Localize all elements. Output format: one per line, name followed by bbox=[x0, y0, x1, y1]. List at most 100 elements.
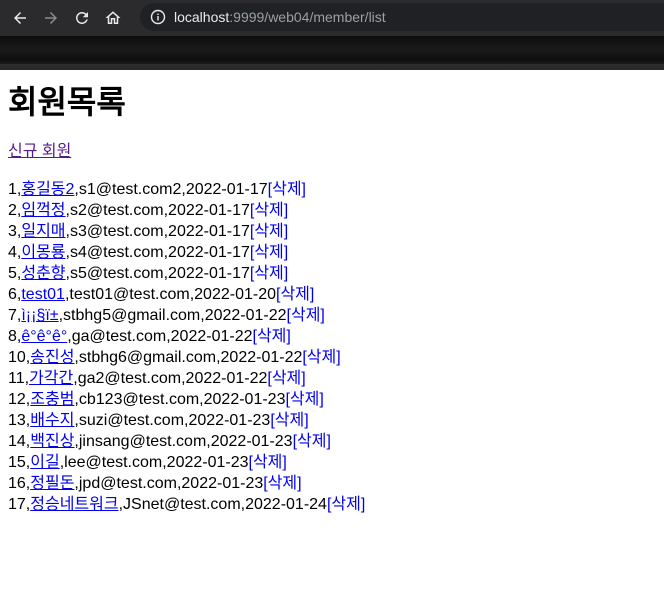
member-date: 2022-01-23 bbox=[166, 454, 249, 471]
member-email: s3@test.com bbox=[69, 223, 164, 240]
arrow-right-icon bbox=[45, 12, 57, 24]
delete-member-link[interactable]: [삭제] bbox=[250, 265, 288, 282]
browser-toolbar: localhost:9999/web04/member/list bbox=[0, 0, 664, 36]
member-row: 12,조충범,cb123@test.com,2022-01-23[삭제] bbox=[8, 391, 324, 408]
member-email: ga@test.com bbox=[71, 328, 167, 345]
member-name-link[interactable]: 임꺽정 bbox=[21, 202, 65, 219]
member-row: 7,ì¡¡§ï±,stbhg5@gmail.com,2022-01-22[삭제] bbox=[8, 307, 325, 324]
member-name-link[interactable]: 송진성 bbox=[30, 349, 74, 366]
member-email: test01@test.com bbox=[69, 286, 190, 303]
member-no: 13 bbox=[8, 412, 26, 429]
delete-member-link[interactable]: [삭제] bbox=[293, 433, 331, 450]
reload-button[interactable] bbox=[68, 4, 96, 32]
delete-member-link[interactable]: [삭제] bbox=[263, 475, 301, 492]
member-row: 10,송진성,stbhg6@gmail.com,2022-01-22[삭제] bbox=[8, 349, 341, 366]
member-no: 10 bbox=[8, 349, 26, 366]
member-email: lee@test.com bbox=[64, 454, 163, 471]
member-email: s1@test.com2 bbox=[78, 181, 182, 198]
delete-member-link[interactable]: [삭제] bbox=[249, 454, 287, 471]
info-icon[interactable] bbox=[150, 9, 166, 25]
member-date: 2022-01-23 bbox=[181, 475, 264, 492]
delete-member-link[interactable]: [삭제] bbox=[287, 307, 325, 324]
member-row: 5,성춘향,s5@test.com,2022-01-17[삭제] bbox=[8, 265, 289, 282]
member-row: 14,백진상,jinsang@test.com,2022-01-23[삭제] bbox=[8, 433, 331, 450]
new-member-link[interactable]: 신규 회원 bbox=[8, 141, 71, 163]
member-no: 6 bbox=[8, 286, 17, 303]
home-icon bbox=[105, 11, 121, 24]
member-email: s5@test.com bbox=[69, 265, 164, 282]
member-date: 2022-01-24 bbox=[245, 496, 327, 513]
delete-member-link[interactable]: [삭제] bbox=[250, 244, 288, 261]
member-name-link[interactable]: 가각간 bbox=[29, 370, 73, 387]
member-no: 12 bbox=[8, 391, 26, 408]
member-row: 2,임꺽정,s2@test.com,2022-01-17[삭제] bbox=[8, 202, 289, 219]
delete-member-link[interactable]: [삭제] bbox=[302, 349, 340, 366]
member-name-link[interactable]: 조충범 bbox=[30, 391, 74, 408]
url-path: :9999/web04/member/list bbox=[229, 9, 386, 25]
back-button[interactable] bbox=[6, 4, 34, 32]
member-date: 2022-01-23 bbox=[210, 433, 293, 450]
member-no: 14 bbox=[8, 433, 26, 450]
member-no: 17 bbox=[8, 496, 26, 513]
member-date: 2022-01-22 bbox=[220, 349, 303, 366]
member-row: 17,정승네트워크,JSnet@test.com,2022-01-24[삭제] bbox=[8, 496, 366, 513]
member-row: 6,test01,test01@test.com,2022-01-20[삭제] bbox=[8, 286, 315, 303]
address-bar[interactable]: localhost:9999/web04/member/list bbox=[140, 3, 664, 31]
url-host: localhost bbox=[174, 9, 230, 25]
member-email: JSnet@test.com bbox=[123, 496, 241, 513]
reload-icon bbox=[75, 11, 88, 24]
delete-member-link[interactable]: [삭제] bbox=[285, 391, 323, 408]
delete-member-link[interactable]: [삭제] bbox=[270, 412, 308, 429]
member-no: 2 bbox=[8, 202, 17, 219]
member-name-link[interactable]: 백진상 bbox=[30, 433, 74, 450]
member-email: s2@test.com bbox=[69, 202, 164, 219]
delete-member-link[interactable]: [삭제] bbox=[253, 328, 291, 345]
member-name-link[interactable]: 배수지 bbox=[30, 412, 74, 429]
member-name-link[interactable]: ì¡¡§ï± bbox=[21, 307, 58, 324]
member-date: 2022-01-22 bbox=[204, 307, 287, 324]
member-email: stbhg6@gmail.com bbox=[78, 349, 217, 366]
delete-member-link[interactable]: [삭제] bbox=[250, 223, 288, 240]
member-email: s4@test.com bbox=[69, 244, 164, 261]
member-email: jinsang@test.com bbox=[78, 433, 207, 450]
member-name-link[interactable]: 정승네트워크 bbox=[30, 496, 118, 513]
member-row: 11,가각간,ga2@test.com,2022-01-22[삭제] bbox=[8, 370, 306, 387]
member-no: 16 bbox=[8, 475, 26, 492]
member-row: 3,일지매,s3@test.com,2022-01-17[삭제] bbox=[8, 223, 289, 240]
member-name-link[interactable]: 정필돈 bbox=[30, 475, 74, 492]
member-name-link[interactable]: 홍길동2 bbox=[21, 181, 74, 198]
member-no: 1 bbox=[8, 181, 17, 198]
member-row: 15,이길,lee@test.com,2022-01-23[삭제] bbox=[8, 454, 287, 471]
member-no: 7 bbox=[8, 307, 17, 324]
member-date: 2022-01-17 bbox=[168, 265, 250, 282]
member-email: jpd@test.com bbox=[78, 475, 177, 492]
delete-member-link[interactable]: [삭제] bbox=[267, 370, 305, 387]
member-no: 11 bbox=[8, 370, 25, 387]
member-name-link[interactable]: ê°ê°ê° bbox=[21, 328, 67, 345]
member-no: 8 bbox=[8, 328, 17, 345]
member-name-link[interactable]: 이몽룡 bbox=[21, 244, 65, 261]
member-date: 2022-01-20 bbox=[194, 286, 276, 303]
delete-member-link[interactable]: [삭제] bbox=[276, 286, 314, 303]
member-name-link[interactable]: 성춘향 bbox=[21, 265, 65, 282]
arrow-left-icon bbox=[14, 12, 26, 24]
member-name-link[interactable]: test01 bbox=[21, 286, 65, 303]
member-date: 2022-01-17 bbox=[168, 202, 250, 219]
member-email: cb123@test.com bbox=[78, 391, 200, 408]
member-name-link[interactable]: 이길 bbox=[30, 454, 59, 471]
delete-member-link[interactable]: [삭제] bbox=[327, 496, 365, 513]
member-row: 1,홍길동2,s1@test.com2,2022-01-17[삭제] bbox=[8, 181, 307, 198]
delete-member-link[interactable]: [삭제] bbox=[268, 181, 306, 198]
member-row: 16,정필돈,jpd@test.com,2022-01-23[삭제] bbox=[8, 475, 302, 492]
member-date: 2022-01-22 bbox=[185, 370, 268, 387]
member-name-link[interactable]: 일지매 bbox=[21, 223, 65, 240]
member-no: 15 bbox=[8, 454, 26, 471]
page-title: 회원목록 bbox=[8, 84, 126, 120]
home-button[interactable] bbox=[99, 4, 127, 32]
forward-button[interactable] bbox=[37, 4, 65, 32]
member-date: 2022-01-17 bbox=[168, 244, 250, 261]
member-date: 2022-01-22 bbox=[170, 328, 253, 345]
member-no: 5 bbox=[8, 265, 17, 282]
delete-member-link[interactable]: [삭제] bbox=[250, 202, 288, 219]
member-no: 4 bbox=[8, 244, 17, 261]
